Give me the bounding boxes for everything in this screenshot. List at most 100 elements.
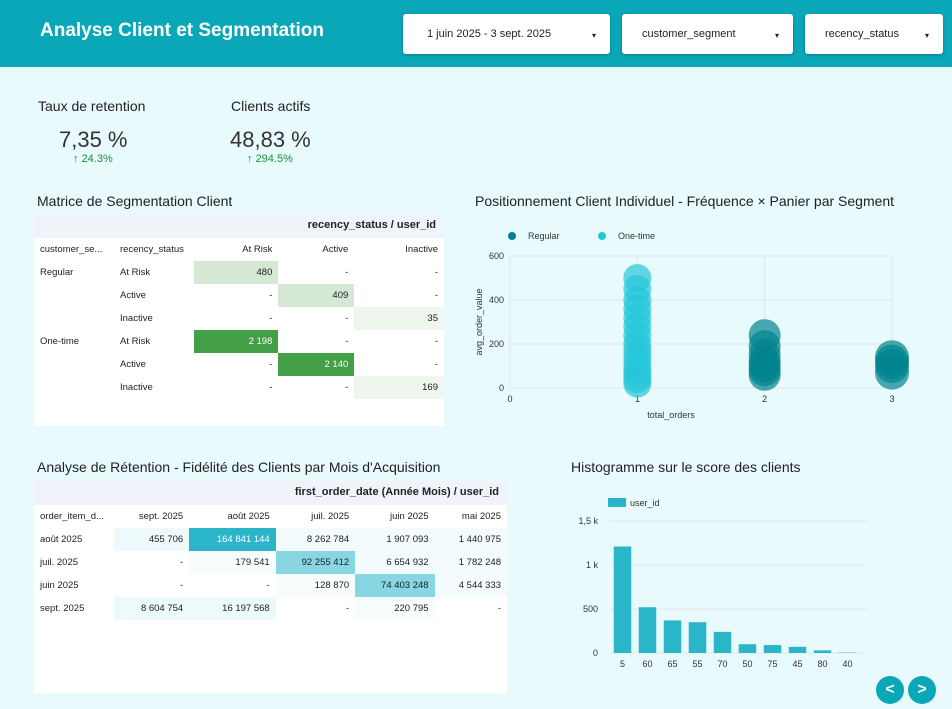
- table-cell: -: [269, 382, 273, 393]
- table-cell: 409: [278, 284, 355, 307]
- bubble-point: [748, 358, 781, 391]
- y-tick-label: 1,5 k: [578, 516, 598, 526]
- kpi-retention-delta: ↑ 24.3%: [73, 153, 113, 165]
- table-cell: -: [269, 313, 273, 324]
- table-cell: 92 255 412: [275, 551, 356, 574]
- table-cell: 74 403 248: [355, 574, 435, 597]
- histogram-bar: [788, 646, 807, 653]
- column-header[interactable]: Active: [278, 238, 354, 261]
- legend-label: One-time: [618, 231, 655, 241]
- table-cell: -: [434, 336, 438, 347]
- bubble-point: [623, 369, 652, 398]
- x-axis-label: total_orders: [647, 410, 695, 420]
- bubble-chart: Regular One-time02004006000 1 2 3total_order…: [474, 231, 909, 420]
- table-cell: [34, 353, 114, 376]
- table-cell: At Risk: [120, 267, 151, 278]
- table-cell: 455 706: [114, 528, 190, 551]
- chevron-right-icon: >: [917, 681, 927, 698]
- legend-label: user_id: [630, 498, 660, 508]
- table-cell: -: [269, 359, 273, 370]
- header-bar: Analyse Client et Segmentation 1 juin 20…: [0, 0, 952, 67]
- next-page-button[interactable]: >: [908, 676, 936, 704]
- column-header[interactable]: août 2025: [189, 505, 276, 528]
- table-cell: -: [345, 313, 349, 324]
- table-cell: One-time: [40, 336, 80, 347]
- kpi-retention-label: Taux de retention: [38, 98, 146, 114]
- chevron-left-icon: <: [885, 681, 895, 698]
- retention-title: Analyse de Rétention - Fidélité des Clie…: [37, 459, 441, 475]
- retention-table: first_order_date (Année Mois) / user_id …: [34, 481, 507, 693]
- table-cell: -: [180, 557, 184, 568]
- histogram-title: Histogramme sur le score des clients: [571, 459, 801, 475]
- table-row: juin 2025- -128 870 74 403 248 4 544 333: [34, 574, 507, 597]
- kpi-retention-value: 7,35 %: [59, 127, 128, 152]
- table-cell: -: [345, 382, 349, 393]
- page-title: Analyse Client et Segmentation: [40, 20, 325, 41]
- histogram-bar: [688, 622, 707, 653]
- x-tick-label: 3: [889, 394, 894, 404]
- x-tick-label: 45: [792, 659, 802, 669]
- dropdown-caret-icon: ▾: [774, 31, 779, 40]
- legend-marker: [598, 232, 606, 240]
- histogram-bar: [663, 620, 682, 653]
- y-tick-label: 0: [499, 383, 504, 393]
- x-tick-label: 75: [767, 659, 777, 669]
- table-row: Inactive - -35: [34, 307, 444, 330]
- y-tick-label: 0: [593, 648, 598, 658]
- table-row: One-time At Risk 2 198 - -: [34, 330, 444, 353]
- column-header[interactable]: customer_se...: [34, 238, 114, 261]
- y-tick-label: 500: [583, 604, 598, 614]
- column-header[interactable]: juin 2025: [355, 505, 434, 528]
- date-range-filter[interactable]: 1 juin 2025 - 3 sept. 2025 ▾: [403, 14, 610, 54]
- histogram-bar: [763, 645, 782, 653]
- y-tick-label: 600: [489, 251, 504, 261]
- table-cell: 1 907 093: [355, 528, 435, 551]
- column-header[interactable]: order_item_d...: [34, 505, 114, 528]
- table-cell: [34, 307, 114, 330]
- table-cell: 2 140: [278, 353, 355, 376]
- table-row: Inactive - -169: [34, 376, 444, 399]
- column-header[interactable]: Inactive: [354, 238, 444, 261]
- table-cell: At Risk: [120, 336, 151, 347]
- table-cell: -: [269, 290, 273, 301]
- kpi-active-delta-value: 294.5%: [255, 153, 293, 165]
- histogram-bar: [738, 644, 757, 653]
- table-cell: Active: [120, 290, 146, 301]
- recency-filter[interactable]: recency_status ▾: [805, 14, 943, 54]
- table-cell: [34, 284, 114, 307]
- column-header[interactable]: At Risk: [194, 238, 278, 261]
- bubble-point: [875, 355, 909, 390]
- table-cell: 164 841 144: [189, 528, 276, 551]
- x-tick-label: 60: [642, 659, 652, 669]
- table-cell: Regular: [40, 267, 74, 278]
- y-tick-label: 1 k: [586, 560, 599, 570]
- table-cell: 128 870: [275, 574, 356, 597]
- table-cell: -: [266, 580, 270, 591]
- table-cell: 8 262 784: [275, 528, 356, 551]
- histogram-bar: [638, 607, 657, 653]
- table-cell: Inactive: [120, 382, 153, 393]
- column-header[interactable]: mai 2025: [435, 505, 507, 528]
- pivot-header: first_order_date (Année Mois) / user_id: [34, 481, 507, 505]
- column-header[interactable]: juil. 2025: [276, 505, 355, 528]
- dropdown-caret-icon: ▾: [591, 31, 596, 40]
- table-cell: -: [434, 290, 438, 301]
- segment-filter[interactable]: customer_segment ▾: [622, 14, 793, 54]
- x-tick-label: 50: [742, 659, 752, 669]
- date-range-label: 1 juin 2025 - 3 sept. 2025: [427, 28, 552, 40]
- table-row: juil. 2025 -179 541 92 255 412 6 654 932 1 7…: [34, 551, 507, 574]
- table-cell: Active: [120, 359, 146, 370]
- previous-page-button[interactable]: <: [876, 676, 904, 704]
- y-tick-label: 400: [489, 295, 504, 305]
- table-row: août 2025 455 706 164 841 144 8 262 784 1 90…: [34, 528, 507, 551]
- table-cell: 480: [194, 261, 279, 284]
- legend-marker: [608, 498, 626, 507]
- pivot-header: recency_status / user_id: [34, 214, 444, 238]
- x-tick-label: 0: [507, 394, 512, 404]
- table-cell: -: [497, 603, 501, 614]
- table-cell: 4 544 333: [434, 574, 507, 597]
- table-cell: 179 541: [189, 551, 276, 574]
- column-header[interactable]: sept. 2025: [114, 505, 189, 528]
- histogram-bar: [813, 650, 832, 653]
- column-header[interactable]: recency_status: [114, 238, 194, 261]
